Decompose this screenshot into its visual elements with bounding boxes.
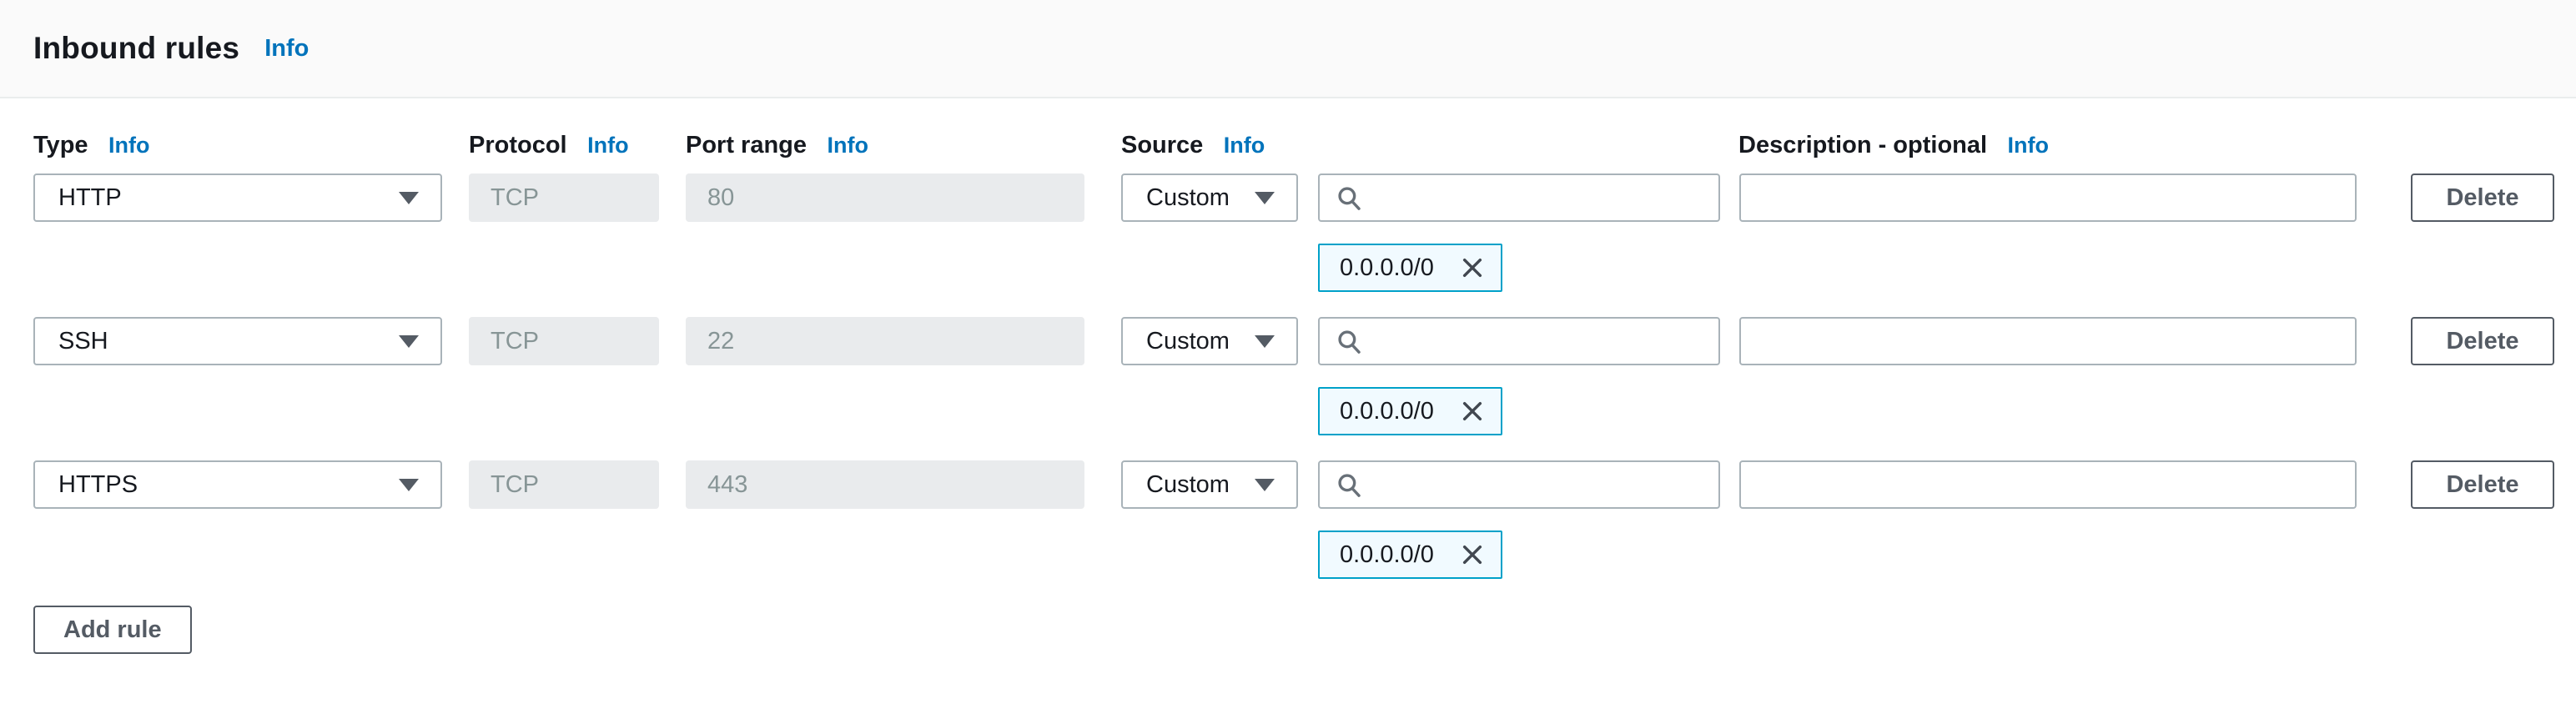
protocol-field: TCP bbox=[469, 460, 659, 509]
inbound-rule-row: HTTP TCP 80 Custom bbox=[33, 173, 2554, 222]
source-token-row: 0.0.0.0/0 bbox=[1318, 530, 2554, 579]
column-header-description: Description - optional Info bbox=[1738, 132, 2356, 159]
remove-token-icon[interactable] bbox=[1459, 254, 1486, 281]
search-icon bbox=[1335, 184, 1363, 212]
chevron-down-icon bbox=[1255, 335, 1275, 348]
source-token-row: 0.0.0.0/0 bbox=[1318, 387, 2554, 435]
source-search-box[interactable] bbox=[1318, 173, 1720, 222]
port-range-field: 22 bbox=[686, 317, 1084, 365]
column-header-protocol: Protocol Info bbox=[469, 132, 659, 159]
column-header-source: Source Info bbox=[1121, 132, 1719, 159]
chevron-down-icon bbox=[1255, 192, 1275, 204]
source-cidr-token: 0.0.0.0/0 bbox=[1318, 530, 1502, 579]
type-select[interactable]: HTTPS bbox=[33, 460, 442, 509]
add-rule-button[interactable]: Add rule bbox=[33, 606, 192, 654]
type-info-link[interactable]: Info bbox=[108, 133, 149, 158]
delete-rule-button[interactable]: Delete bbox=[2411, 317, 2554, 365]
search-icon bbox=[1335, 327, 1363, 355]
inbound-rules-info-link[interactable]: Info bbox=[264, 35, 309, 63]
column-header-type: Type Info bbox=[33, 132, 442, 159]
source-cidr-token: 0.0.0.0/0 bbox=[1318, 387, 1502, 435]
chevron-down-icon bbox=[399, 335, 419, 348]
port-range-info-link[interactable]: Info bbox=[827, 133, 868, 158]
port-range-field: 443 bbox=[686, 460, 1084, 509]
protocol-field: TCP bbox=[469, 317, 659, 365]
description-input[interactable] bbox=[1739, 173, 2357, 222]
source-search-box[interactable] bbox=[1318, 317, 1720, 365]
inbound-rules-header: Inbound rules Info bbox=[0, 0, 2576, 98]
port-range-field: 80 bbox=[686, 173, 1084, 222]
source-info-link[interactable]: Info bbox=[1224, 133, 1265, 158]
page-title: Inbound rules bbox=[33, 31, 239, 66]
source-token-row: 0.0.0.0/0 bbox=[1318, 244, 2554, 292]
inbound-rule-row: HTTPS TCP 443 Custom bbox=[33, 460, 2554, 509]
delete-rule-button[interactable]: Delete bbox=[2411, 460, 2554, 509]
source-search-input[interactable] bbox=[1375, 175, 1703, 220]
inbound-rules-table: Type Info Protocol Info Port range Info … bbox=[0, 128, 2576, 654]
source-search-input[interactable] bbox=[1375, 319, 1703, 364]
remove-token-icon[interactable] bbox=[1459, 398, 1486, 425]
source-search-box[interactable] bbox=[1318, 460, 1720, 509]
delete-rule-button[interactable]: Delete bbox=[2411, 173, 2554, 222]
protocol-info-link[interactable]: Info bbox=[587, 133, 628, 158]
source-search-input[interactable] bbox=[1375, 462, 1703, 507]
chevron-down-icon bbox=[399, 192, 419, 204]
type-select[interactable]: SSH bbox=[33, 317, 442, 365]
description-input[interactable] bbox=[1739, 460, 2357, 509]
column-headers: Type Info Protocol Info Port range Info … bbox=[33, 128, 2554, 162]
chevron-down-icon bbox=[399, 479, 419, 491]
inbound-rule-row: SSH TCP 22 Custom bbox=[33, 317, 2554, 365]
source-cidr-token: 0.0.0.0/0 bbox=[1318, 244, 1502, 292]
protocol-field: TCP bbox=[469, 173, 659, 222]
chevron-down-icon bbox=[1255, 479, 1275, 491]
description-input[interactable] bbox=[1739, 317, 2357, 365]
source-select[interactable]: Custom bbox=[1121, 173, 1298, 222]
column-header-port-range: Port range Info bbox=[686, 132, 1084, 159]
search-icon bbox=[1335, 470, 1363, 499]
remove-token-icon[interactable] bbox=[1459, 541, 1486, 568]
type-select[interactable]: HTTP bbox=[33, 173, 442, 222]
source-select[interactable]: Custom bbox=[1121, 317, 1298, 365]
source-select[interactable]: Custom bbox=[1121, 460, 1298, 509]
description-info-link[interactable]: Info bbox=[2008, 133, 2049, 158]
